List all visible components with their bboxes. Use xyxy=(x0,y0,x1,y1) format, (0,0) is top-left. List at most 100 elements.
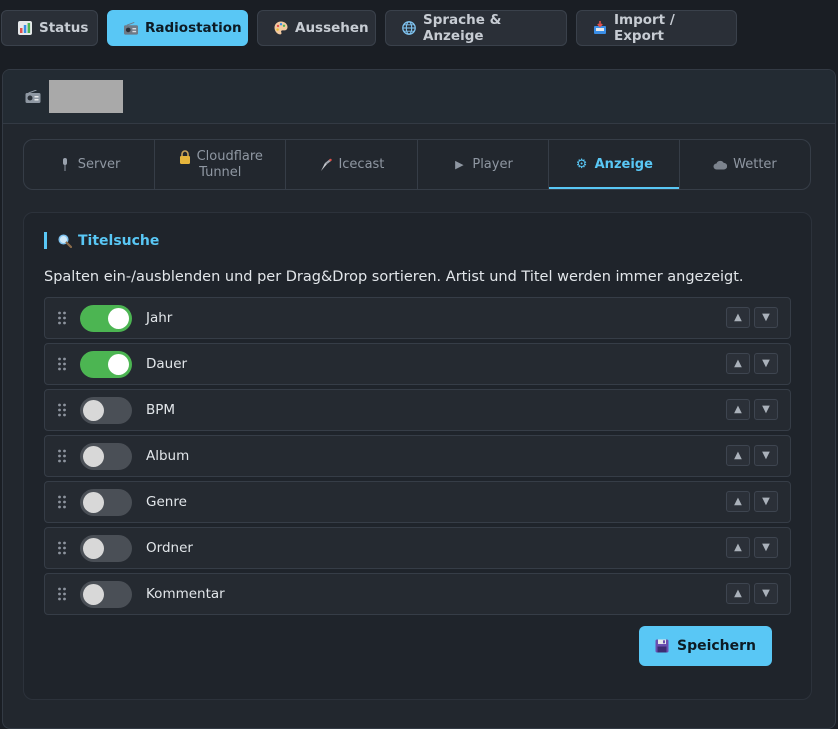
section-description: Spalten ein-/ausblenden und per Drag&Dro… xyxy=(44,269,744,285)
subtab-player[interactable]: ▶ Player xyxy=(418,140,549,189)
drag-handle-icon[interactable] xyxy=(57,310,67,326)
inbox-icon xyxy=(593,21,607,35)
drag-handle-icon[interactable] xyxy=(57,586,67,602)
tab-aussehen[interactable]: Aussehen xyxy=(257,10,376,46)
subtab-anzeige-label: Anzeige xyxy=(594,156,653,172)
arrow-up-icon: ▲ xyxy=(734,358,742,369)
radio-icon xyxy=(124,21,138,35)
subtab-wetter[interactable]: Wetter xyxy=(680,140,810,189)
move-down-button[interactable]: ▼ xyxy=(754,445,778,466)
toggle-knob xyxy=(83,584,104,605)
subtab-anzeige[interactable]: ⚙ Anzeige xyxy=(548,140,680,189)
tab-status-label: Status xyxy=(39,20,89,36)
move-down-button[interactable]: ▼ xyxy=(754,399,778,420)
move-up-button[interactable]: ▲ xyxy=(726,583,750,604)
column-label: Dauer xyxy=(146,356,188,372)
move-down-button[interactable]: ▼ xyxy=(754,307,778,328)
column-toggle[interactable] xyxy=(80,489,132,516)
move-up-button[interactable]: ▲ xyxy=(726,353,750,374)
drag-handle-icon[interactable] xyxy=(57,402,67,418)
top-nav: Status Radiostation Aussehen Sprache & A… xyxy=(1,10,737,46)
move-down-button[interactable]: ▼ xyxy=(754,491,778,512)
drag-handle-icon[interactable] xyxy=(57,448,67,464)
drag-handle-icon[interactable] xyxy=(57,356,67,372)
column-toggle[interactable] xyxy=(80,581,132,608)
move-up-button[interactable]: ▲ xyxy=(726,445,750,466)
subtab-wetter-label: Wetter xyxy=(733,156,777,172)
arrow-up-icon: ▲ xyxy=(734,450,742,461)
tab-radiostation-label: Radiostation xyxy=(145,20,242,36)
column-row[interactable]: Jahr ▲ ▼ xyxy=(44,297,791,339)
arrow-up-icon: ▲ xyxy=(734,542,742,553)
column-label: Jahr xyxy=(146,310,173,326)
column-toggle[interactable] xyxy=(80,535,132,562)
palette-icon xyxy=(274,21,288,35)
move-down-button[interactable]: ▼ xyxy=(754,583,778,604)
drag-handle-icon[interactable] xyxy=(57,540,67,556)
move-down-button[interactable]: ▼ xyxy=(754,353,778,374)
cloud-icon xyxy=(713,158,728,172)
arrow-down-icon: ▼ xyxy=(762,358,770,369)
column-toggle[interactable] xyxy=(80,351,132,378)
column-row[interactable]: Dauer ▲ ▼ xyxy=(44,343,791,385)
arrow-up-icon: ▲ xyxy=(734,312,742,323)
gear-icon: ⚙ xyxy=(575,157,588,172)
tab-sprache-anzeige[interactable]: Sprache & Anzeige xyxy=(385,10,567,46)
column-row[interactable]: Genre ▲ ▼ xyxy=(44,481,791,523)
column-label: Album xyxy=(146,448,190,464)
subtab-cloudflare-tunnel[interactable]: Cloudflare Tunnel xyxy=(155,140,287,189)
arrow-up-icon: ▲ xyxy=(734,404,742,415)
toggle-knob xyxy=(83,446,104,467)
column-row[interactable]: Album ▲ ▼ xyxy=(44,435,791,477)
column-row[interactable]: Kommentar ▲ ▼ xyxy=(44,573,791,615)
arrow-down-icon: ▼ xyxy=(762,542,770,553)
move-up-button[interactable]: ▲ xyxy=(726,491,750,512)
section-title-text: Titelsuche xyxy=(78,232,160,249)
radio-icon xyxy=(25,90,41,104)
column-label: Kommentar xyxy=(146,586,225,602)
arrow-down-icon: ▼ xyxy=(762,496,770,507)
column-row[interactable]: BPM ▲ ▼ xyxy=(44,389,791,431)
arrow-down-icon: ▼ xyxy=(762,404,770,415)
bar-chart-icon xyxy=(18,21,32,35)
subtab-icecast-label: Icecast xyxy=(338,156,385,172)
floppy-disk-icon xyxy=(655,639,669,653)
subtab-server-label: Server xyxy=(77,156,121,172)
toggle-knob xyxy=(83,492,104,513)
radiostation-panel: Server Cloudflare Tunnel Icecast ▶ Playe… xyxy=(2,69,836,729)
panel-header xyxy=(3,70,835,124)
toggle-knob xyxy=(108,308,129,329)
column-label: Genre xyxy=(146,494,187,510)
redacted-station-name xyxy=(49,80,123,113)
arrow-up-icon: ▲ xyxy=(734,588,742,599)
broadcast-icon xyxy=(318,158,332,172)
subtab-server[interactable]: Server xyxy=(24,140,156,189)
move-down-button[interactable]: ▼ xyxy=(754,537,778,558)
section-title: Titelsuche xyxy=(44,232,159,249)
toggle-knob xyxy=(108,354,129,375)
tab-sprache-anzeige-label: Sprache & Anzeige xyxy=(423,12,502,44)
column-toggle[interactable] xyxy=(80,397,132,424)
tab-radiostation[interactable]: Radiostation xyxy=(107,10,248,46)
toggle-knob xyxy=(83,538,104,559)
save-button[interactable]: Speichern xyxy=(639,626,772,666)
column-toggle[interactable] xyxy=(80,305,132,332)
arrow-up-icon: ▲ xyxy=(734,496,742,507)
magnifier-icon xyxy=(58,233,72,248)
tab-import-export-label: Import / Export xyxy=(614,12,675,44)
play-icon: ▶ xyxy=(455,158,464,171)
subtab-player-label: Player xyxy=(472,156,513,172)
tab-import-export[interactable]: Import / Export xyxy=(576,10,737,46)
column-toggle[interactable] xyxy=(80,443,132,470)
column-row[interactable]: Ordner ▲ ▼ xyxy=(44,527,791,569)
column-label: BPM xyxy=(146,402,176,418)
drag-handle-icon[interactable] xyxy=(57,494,67,510)
column-label: Ordner xyxy=(146,540,193,556)
move-up-button[interactable]: ▲ xyxy=(726,307,750,328)
move-up-button[interactable]: ▲ xyxy=(726,537,750,558)
tab-status[interactable]: Status xyxy=(1,10,98,46)
subtab-icecast[interactable]: Icecast xyxy=(286,140,418,189)
move-up-button[interactable]: ▲ xyxy=(726,399,750,420)
arrow-down-icon: ▼ xyxy=(762,450,770,461)
subtab-cloudflare-label-1: Cloudflare xyxy=(196,148,263,164)
